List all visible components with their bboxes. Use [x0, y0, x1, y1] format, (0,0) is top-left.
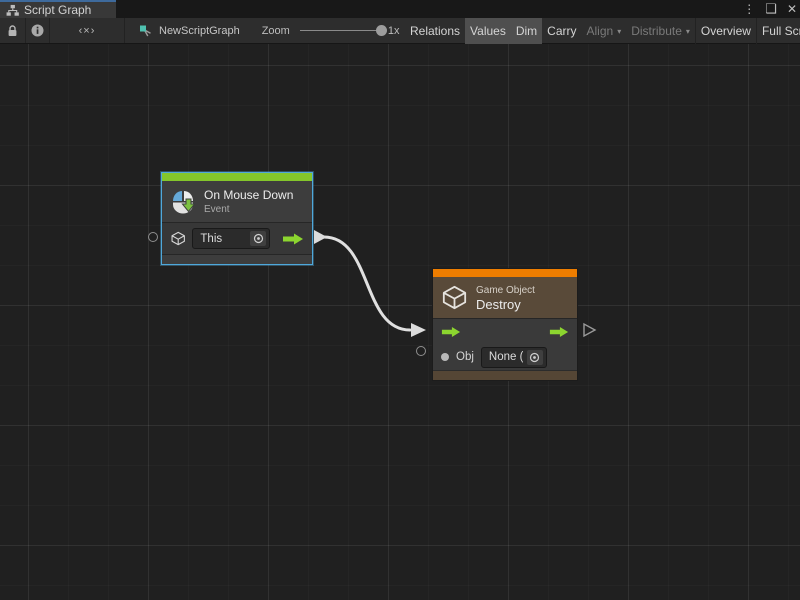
node-header[interactable]: On Mouse Down Event	[162, 181, 312, 222]
zoom-slider[interactable]	[300, 30, 382, 31]
target-value-field[interactable]: This	[192, 228, 270, 249]
object-picker-icon[interactable]	[250, 231, 266, 246]
flow-row	[433, 319, 577, 344]
tab-script-graph[interactable]: Script Graph	[0, 0, 116, 18]
obj-value: None (O	[489, 351, 523, 363]
close-icon[interactable]: ✕	[787, 0, 797, 18]
param-label: Obj	[456, 351, 474, 363]
event-target-port[interactable]	[148, 232, 158, 242]
lock-button[interactable]	[0, 18, 25, 43]
node-destroy[interactable]: Game Object Destroy Obj	[432, 268, 578, 381]
destroy-obj-port[interactable]	[416, 346, 426, 356]
node-title: On Mouse Down	[204, 188, 293, 203]
tab-bar: Script Graph ⋮ ❑ ✕	[0, 0, 800, 18]
lock-icon	[7, 25, 18, 37]
wire-arrowhead	[411, 323, 426, 337]
node-title: Destroy	[476, 297, 535, 312]
zoom-label: Zoom	[262, 25, 290, 37]
graph-canvas[interactable]: On Mouse Down Event This	[0, 44, 800, 600]
code-preview-button[interactable]: ‹×›	[50, 18, 124, 43]
script-graph-asset-icon	[139, 24, 153, 38]
node-header[interactable]: Game Object Destroy	[433, 277, 577, 318]
values-button[interactable]: Values	[465, 18, 511, 44]
toolbar-separator	[124, 18, 125, 43]
zoom-slider-knob[interactable]	[376, 25, 387, 36]
obj-value-field[interactable]: None (O	[481, 347, 547, 368]
graph-tree-icon	[6, 4, 19, 17]
mouse-event-icon	[170, 189, 196, 215]
zoom-control: Zoom 1x	[262, 18, 400, 43]
graph-view-buttons: Relations Values Dim Carry Align ▾ Distr…	[405, 18, 800, 44]
chevron-down-icon: ▾	[686, 27, 690, 36]
game-object-cube-icon	[441, 284, 468, 311]
script-graph-window: Script Graph ⋮ ❑ ✕ ‹×›	[0, 0, 800, 600]
flow-input-arrow[interactable]	[441, 326, 461, 338]
relations-button[interactable]: Relations	[405, 18, 465, 44]
node-footer	[162, 255, 312, 264]
obj-input-dot[interactable]	[441, 353, 449, 361]
game-object-cube-icon	[170, 230, 186, 247]
window-controls: ⋮ ❑ ✕	[743, 0, 797, 18]
node-body: This	[162, 223, 312, 254]
node-footer	[433, 370, 577, 380]
align-dropdown[interactable]: Align ▾	[582, 18, 627, 44]
node-category: Game Object	[476, 284, 535, 297]
flow-output-port	[584, 324, 595, 336]
target-value: This	[200, 233, 246, 245]
flow-output-arrow[interactable]	[549, 326, 569, 338]
maximize-icon[interactable]: ❑	[765, 0, 777, 18]
zoom-value: 1x	[388, 25, 400, 37]
fullscreen-button[interactable]: Full Screen	[757, 18, 800, 44]
tab-title: Script Graph	[24, 2, 91, 18]
kebab-menu-icon[interactable]: ⋮	[743, 0, 755, 18]
overview-button[interactable]: Overview	[696, 18, 756, 44]
graph-toolbar: ‹×› NewScriptGraph Zoom 1x Relations Val…	[0, 18, 800, 44]
dim-button[interactable]: Dim	[511, 18, 542, 44]
node-on-mouse-down[interactable]: On Mouse Down Event This	[161, 172, 313, 265]
wire-layer	[0, 44, 800, 600]
control-flow-wire	[324, 237, 410, 330]
chevron-down-icon: ▾	[617, 27, 621, 36]
trigger-output-arrow[interactable]	[282, 233, 304, 245]
event-accent-strip	[162, 173, 312, 181]
info-button[interactable]	[26, 18, 49, 43]
object-picker-icon[interactable]	[527, 350, 543, 365]
graph-name: NewScriptGraph	[159, 25, 240, 37]
distribute-dropdown[interactable]: Distribute ▾	[626, 18, 695, 44]
action-accent-strip	[433, 269, 577, 277]
graph-breadcrumb[interactable]: NewScriptGraph	[139, 18, 240, 43]
info-icon	[31, 24, 44, 37]
node-body: Obj None (O	[433, 319, 577, 370]
node-subtitle: Event	[204, 203, 293, 216]
param-row: Obj None (O	[433, 344, 577, 370]
wire-source-triangle	[314, 230, 327, 244]
carry-button[interactable]: Carry	[542, 18, 581, 44]
